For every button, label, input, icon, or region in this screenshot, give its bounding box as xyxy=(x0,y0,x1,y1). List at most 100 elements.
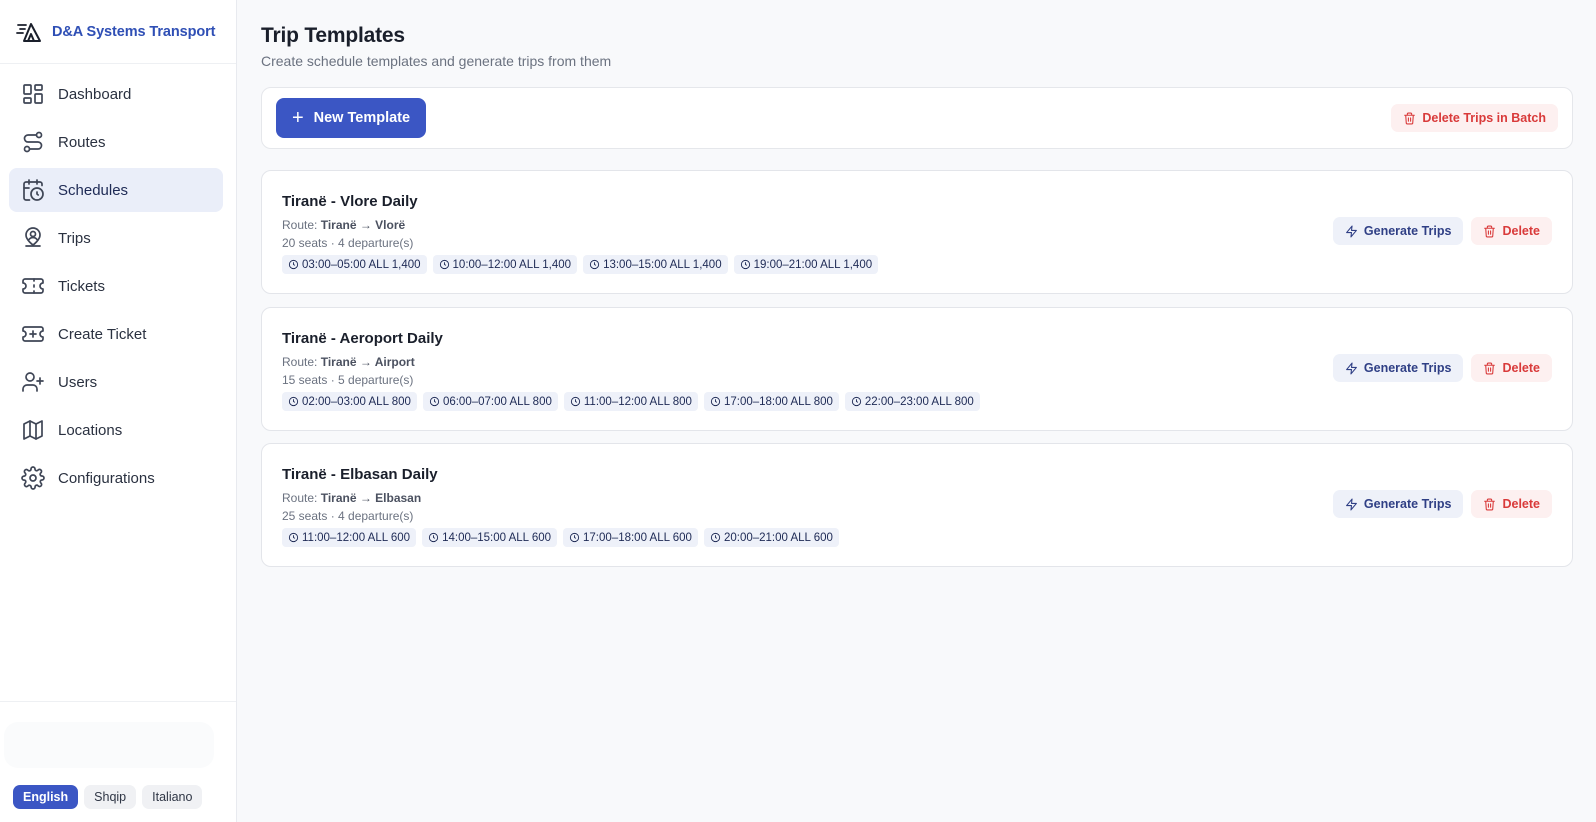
template-card: Tiranë - Vlore Daily Route: Tiranë → Vlo… xyxy=(261,170,1573,294)
delete-trips-batch-button[interactable]: Delete Trips in Batch xyxy=(1391,104,1558,132)
template-route: Route: Tiranë → Elbasan xyxy=(282,491,422,505)
sidebar-item-label: Routes xyxy=(58,133,106,151)
clock-icon xyxy=(569,532,580,543)
sidebar-item-label: Create Ticket xyxy=(58,325,147,343)
clock-icon xyxy=(740,259,750,270)
new-template-label: New Template xyxy=(313,110,411,126)
new-template-button[interactable]: + New Template xyxy=(276,98,426,138)
clock-icon xyxy=(288,532,299,543)
gear-icon xyxy=(21,466,45,490)
departure-list: 02:00–03:00 ALL 800 06:00–07:00 ALL 800 … xyxy=(282,392,980,411)
departure-chip: 20:00–21:00 ALL 600 xyxy=(703,528,839,547)
departure-chip: 06:00–07:00 ALL 800 xyxy=(422,392,558,411)
template-actions: Generate Trips Delete xyxy=(1332,354,1552,382)
delete-template-button[interactable]: Delete xyxy=(1471,217,1552,245)
departure-chip: 17:00–18:00 ALL 800 xyxy=(703,392,839,411)
generate-trips-button[interactable]: Generate Trips xyxy=(1332,217,1464,245)
departure-chip: 17:00–18:00 ALL 600 xyxy=(563,528,698,547)
route-icon xyxy=(21,130,45,154)
template-title: Tiranë - Aeroport Daily xyxy=(282,330,443,347)
template-meta: 15 seats · 5 departure(s) xyxy=(282,373,414,387)
departure-chip: 11:00–12:00 ALL 800 xyxy=(563,392,698,411)
sidebar-item-create-ticket[interactable]: Create Ticket xyxy=(9,312,223,356)
sidebar-item-dashboard[interactable]: Dashboard xyxy=(9,72,223,116)
logo-icon xyxy=(16,22,41,42)
departure-chip: 02:00–03:00 ALL 800 xyxy=(282,392,417,411)
trash-icon xyxy=(1484,362,1496,374)
sidebar-item-label: Schedules xyxy=(58,181,129,199)
clock-icon xyxy=(439,259,449,270)
page-subtitle: Create schedule templates and generate t… xyxy=(261,53,612,69)
lightning-icon xyxy=(1346,498,1357,510)
departure-chip: 22:00–23:00 ALL 800 xyxy=(844,392,980,411)
generate-trips-button[interactable]: Generate Trips xyxy=(1332,490,1464,518)
sidebar-item-trips[interactable]: Trips xyxy=(9,216,223,260)
lang-shqip[interactable]: Shqip xyxy=(84,785,137,809)
template-route: Route: Tiranë → Airport xyxy=(282,355,415,369)
ticket-icon xyxy=(21,274,45,298)
trash-icon xyxy=(1484,225,1496,237)
sidebar-item-label: Users xyxy=(58,373,98,391)
dashboard-icon xyxy=(21,82,45,106)
sidebar-item-schedules[interactable]: Schedules xyxy=(9,168,223,212)
sidebar-nav: Dashboard Routes Schedules Trips Tickets xyxy=(9,72,223,504)
departure-chip: 13:00–15:00 ALL 1,400 xyxy=(583,255,728,274)
departure-chip: 10:00–12:00 ALL 1,400 xyxy=(432,255,578,274)
departure-chip: 03:00–05:00 ALL 1,400 xyxy=(282,255,427,274)
clock-icon xyxy=(428,532,439,543)
delete-template-button[interactable]: Delete xyxy=(1471,490,1552,518)
brand[interactable]: D&A Systems Transport xyxy=(0,0,236,64)
sidebar-item-tickets[interactable]: Tickets xyxy=(9,264,223,308)
lightning-icon xyxy=(1346,362,1357,374)
plus-icon: + xyxy=(291,107,304,129)
sidebar-item-label: Trips xyxy=(58,229,91,247)
clock-icon xyxy=(429,396,440,407)
page-title: Trip Templates xyxy=(261,24,405,47)
clock-icon xyxy=(589,259,600,270)
clock-icon xyxy=(710,532,721,543)
map-pin-user-icon xyxy=(21,226,45,250)
clock-icon xyxy=(288,259,299,270)
language-switcher: English Shqip Italiano xyxy=(13,785,203,809)
template-meta: 25 seats · 4 departure(s) xyxy=(282,509,414,523)
departure-list: 03:00–05:00 ALL 1,400 10:00–12:00 ALL 1,… xyxy=(282,255,879,274)
sidebar: D&A Systems Transport Dashboard Routes S… xyxy=(0,0,237,822)
template-card: Tiranë - Elbasan Daily Route: Tiranë → E… xyxy=(261,443,1573,567)
sidebar-item-configurations[interactable]: Configurations xyxy=(9,456,223,500)
lightning-icon xyxy=(1346,225,1357,237)
brand-name: D&A Systems Transport xyxy=(52,23,216,40)
delete-batch-label: Delete Trips in Batch xyxy=(1422,111,1546,125)
sidebar-item-locations[interactable]: Locations xyxy=(9,408,223,452)
sidebar-item-label: Configurations xyxy=(58,469,155,487)
trash-icon xyxy=(1404,112,1416,124)
user-plus-icon xyxy=(21,370,45,394)
clock-icon xyxy=(288,396,299,407)
lang-italiano[interactable]: Italiano xyxy=(142,785,203,809)
sidebar-item-label: Dashboard xyxy=(58,85,132,103)
clock-icon xyxy=(851,396,861,407)
delete-template-button[interactable]: Delete xyxy=(1471,354,1552,382)
template-actions: Generate Trips Delete xyxy=(1332,217,1552,245)
clock-icon xyxy=(710,396,721,407)
ticket-plus-icon xyxy=(21,322,45,346)
sidebar-item-routes[interactable]: Routes xyxy=(9,120,223,164)
departure-chip: 14:00–15:00 ALL 600 xyxy=(422,528,558,547)
sidebar-item-label: Locations xyxy=(58,421,123,439)
toolbar: + New Template Delete Trips in Batch xyxy=(261,87,1573,149)
user-card-placeholder xyxy=(4,722,214,768)
template-card: Tiranë - Aeroport Daily Route: Tiranë → … xyxy=(261,307,1573,431)
generate-trips-button[interactable]: Generate Trips xyxy=(1332,354,1464,382)
map-icon xyxy=(21,418,45,442)
template-title: Tiranë - Elbasan Daily xyxy=(282,466,438,483)
trash-icon xyxy=(1484,498,1496,510)
clock-icon xyxy=(570,396,580,407)
template-route: Route: Tiranë → Vlorë xyxy=(282,218,406,232)
departure-list: 11:00–12:00 ALL 600 14:00–15:00 ALL 600 … xyxy=(282,528,839,547)
template-actions: Generate Trips Delete xyxy=(1332,490,1552,518)
template-meta: 20 seats · 4 departure(s) xyxy=(282,236,414,250)
sidebar-footer: English Shqip Italiano xyxy=(0,701,236,822)
departure-chip: 11:00–12:00 ALL 600 xyxy=(282,528,417,547)
sidebar-item-users[interactable]: Users xyxy=(9,360,223,404)
template-title: Tiranë - Vlore Daily xyxy=(282,193,418,210)
lang-english[interactable]: English xyxy=(13,785,79,809)
